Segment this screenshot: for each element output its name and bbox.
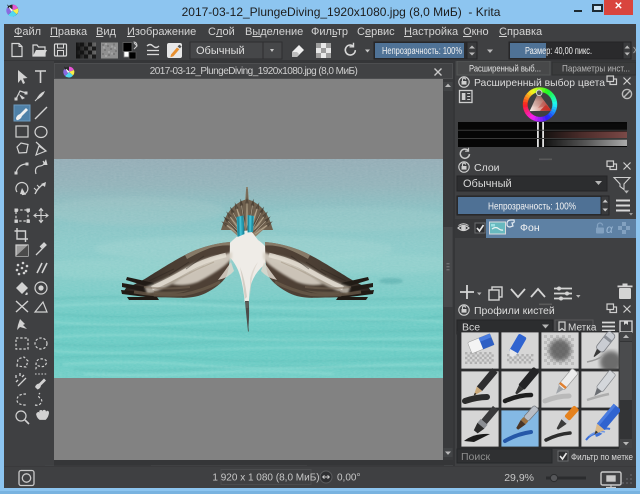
svg-text:1 920 x 1 080 (8,0 МиБ): 1 920 x 1 080 (8,0 МиБ): [212, 473, 319, 484]
svg-text:Размер: 40,00 пикс.: Размер: 40,00 пикс.: [525, 46, 592, 57]
svg-text:0,00°: 0,00°: [337, 473, 360, 484]
svg-text:Фон: Фон: [520, 222, 540, 234]
svg-text:Параметры инст...: Параметры инст...: [562, 64, 630, 75]
svg-text:Поиск: Поиск: [461, 451, 491, 463]
svg-text:Слои: Слои: [474, 162, 500, 174]
svg-text:Обычный: Обычный: [463, 178, 512, 190]
svg-text:29,9%: 29,9%: [504, 472, 534, 484]
svg-text:Непрозрачность: 100%: Непрозрачность: 100%: [488, 201, 576, 213]
svg-text:Обычный: Обычный: [196, 45, 245, 57]
svg-text:α: α: [606, 222, 614, 236]
svg-text:Фильтр по метке: Фильтр по метке: [571, 452, 633, 463]
svg-text:Профили кистей: Профили кистей: [474, 305, 555, 317]
svg-text:Расширенный выбор цвета: Расширенный выбор цвета: [474, 77, 605, 89]
svg-text:Расширенный выб...: Расширенный выб...: [469, 64, 541, 75]
svg-text:Непрозрачность: 100%: Непрозрачность: 100%: [382, 46, 462, 57]
